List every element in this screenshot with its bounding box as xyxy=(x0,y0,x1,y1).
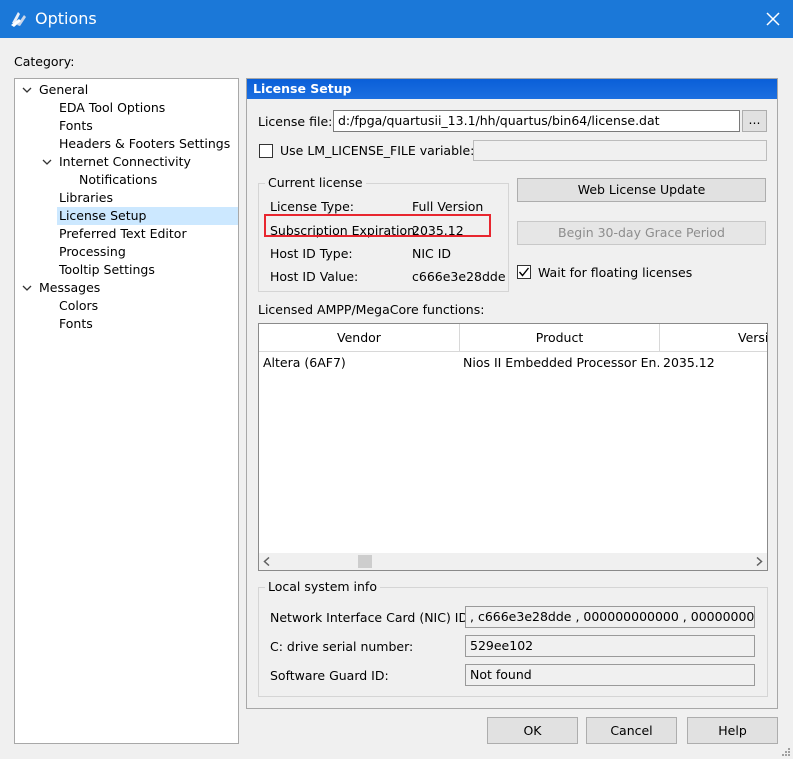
tree-item-label: General xyxy=(39,82,89,97)
resize-grip-icon[interactable] xyxy=(780,746,791,757)
tree-item-label: Colors xyxy=(59,298,99,313)
cancel-button[interactable]: Cancel xyxy=(586,717,677,744)
tree-item[interactable]: Fonts xyxy=(15,117,238,135)
license-type-label: License Type: xyxy=(270,199,355,214)
tree-item[interactable]: Processing xyxy=(15,243,238,261)
current-license-title: Current license xyxy=(265,175,366,190)
lm-license-input[interactable] xyxy=(473,140,767,161)
drive-serial-field[interactable]: 529ee102 xyxy=(465,635,755,657)
tree-item[interactable]: License Setup xyxy=(57,207,238,225)
tree-item-label: Fonts xyxy=(59,316,93,331)
local-system-info-title: Local system info xyxy=(265,579,380,594)
local-system-info-group: Local system info Network Interface Card… xyxy=(258,579,768,697)
tree-item-label: Messages xyxy=(39,280,101,295)
close-button[interactable] xyxy=(752,0,793,38)
functions-table: Vendor Product Versi Altera (6AF7) Nios … xyxy=(258,323,768,571)
horizontal-scrollbar[interactable] xyxy=(259,553,767,570)
license-type-value: Full Version xyxy=(412,199,484,214)
chevron-down-icon[interactable] xyxy=(21,84,33,96)
tree-item-label: Internet Connectivity xyxy=(59,154,191,169)
grace-period-button[interactable]: Begin 30-day Grace Period xyxy=(517,221,766,245)
close-icon xyxy=(765,12,780,26)
web-license-update-button[interactable]: Web License Update xyxy=(517,178,766,202)
scroll-left-icon[interactable] xyxy=(263,557,271,566)
software-guard-field[interactable]: Not found xyxy=(465,664,755,686)
nic-id-field[interactable]: , c666e3e28dde , 000000000000 , 00000000… xyxy=(465,606,755,628)
column-header-version[interactable]: Versi xyxy=(660,324,767,352)
quartus-icon xyxy=(9,9,29,29)
software-guard-label: Software Guard ID: xyxy=(270,668,389,683)
license-file-input[interactable]: d:/fpga/quartusii_13.1/hh/quartus/bin64/… xyxy=(333,110,740,132)
panel-header: License Setup xyxy=(247,79,777,99)
tree-item[interactable]: Headers & Footers Settings xyxy=(15,135,238,153)
column-header-vendor[interactable]: Vendor xyxy=(259,324,460,352)
chevron-down-icon[interactable] xyxy=(41,156,53,168)
title-bar: Options xyxy=(0,0,793,38)
tree-item[interactable]: Fonts xyxy=(15,315,238,333)
tree-item[interactable]: Preferred Text Editor xyxy=(15,225,238,243)
tree-item[interactable]: Messages xyxy=(15,279,238,297)
use-lm-license-checkbox[interactable] xyxy=(259,144,273,158)
tree-item[interactable]: Internet Connectivity xyxy=(15,153,238,171)
wait-floating-label: Wait for floating licenses xyxy=(538,265,693,280)
table-cell-product[interactable]: Nios II Embedded Processor En... xyxy=(459,354,659,372)
table-cell-vendor[interactable]: Altera (6AF7) xyxy=(259,354,459,372)
host-id-type-value: NIC ID xyxy=(412,246,452,261)
checkmark-icon xyxy=(518,267,530,277)
tree-item-label: License Setup xyxy=(59,208,147,223)
tree-item-label: Fonts xyxy=(59,118,93,133)
tree-item-label: Notifications xyxy=(79,172,158,187)
table-cell-version[interactable]: 2035.12 xyxy=(659,354,767,372)
chevron-down-icon[interactable] xyxy=(21,282,33,294)
ok-button[interactable]: OK xyxy=(487,717,578,744)
column-header-product[interactable]: Product xyxy=(460,324,660,352)
host-id-type-label: Host ID Type: xyxy=(270,246,353,261)
tree-item[interactable]: Tooltip Settings xyxy=(15,261,238,279)
help-button[interactable]: Help xyxy=(687,717,778,744)
tree-item[interactable]: Libraries xyxy=(15,189,238,207)
window-title: Options xyxy=(35,9,97,28)
tree-item-label: Tooltip Settings xyxy=(59,262,155,277)
tree-item-label: Preferred Text Editor xyxy=(59,226,187,241)
current-license-group: Current license License Type: Full Versi… xyxy=(258,175,509,292)
browse-button[interactable]: ... xyxy=(742,110,767,132)
functions-label: Licensed AMPP/MegaCore functions: xyxy=(258,302,485,317)
wait-floating-checkbox[interactable] xyxy=(517,265,531,279)
category-tree[interactable]: General EDA Tool Options Fonts Headers & Fo… xyxy=(14,78,239,744)
host-id-value-label: Host ID Value: xyxy=(270,269,359,284)
tree-item[interactable]: EDA Tool Options xyxy=(15,99,238,117)
use-lm-license-label: Use LM_LICENSE_FILE variable: xyxy=(280,143,475,158)
tree-item[interactable]: Notifications xyxy=(15,171,238,189)
category-label: Category: xyxy=(14,54,75,69)
scroll-right-icon[interactable] xyxy=(755,557,763,566)
tree-item-label: Libraries xyxy=(59,190,113,205)
tree-item[interactable]: General xyxy=(15,81,238,99)
host-id-value-value: c666e3e28dde xyxy=(412,269,506,284)
tree-item-label: Headers & Footers Settings xyxy=(59,136,231,151)
tree-item[interactable]: Colors xyxy=(15,297,238,315)
tree-item-label: Processing xyxy=(59,244,126,259)
tree-item-label: EDA Tool Options xyxy=(59,100,166,115)
license-setup-panel: License Setup License file: d:/fpga/quar… xyxy=(246,78,778,709)
scroll-thumb[interactable] xyxy=(358,555,372,568)
highlight-annotation xyxy=(264,214,491,237)
nic-id-label: Network Interface Card (NIC) ID: xyxy=(270,610,473,625)
license-file-label: License file: xyxy=(258,114,333,129)
drive-serial-label: C: drive serial number: xyxy=(270,639,414,654)
